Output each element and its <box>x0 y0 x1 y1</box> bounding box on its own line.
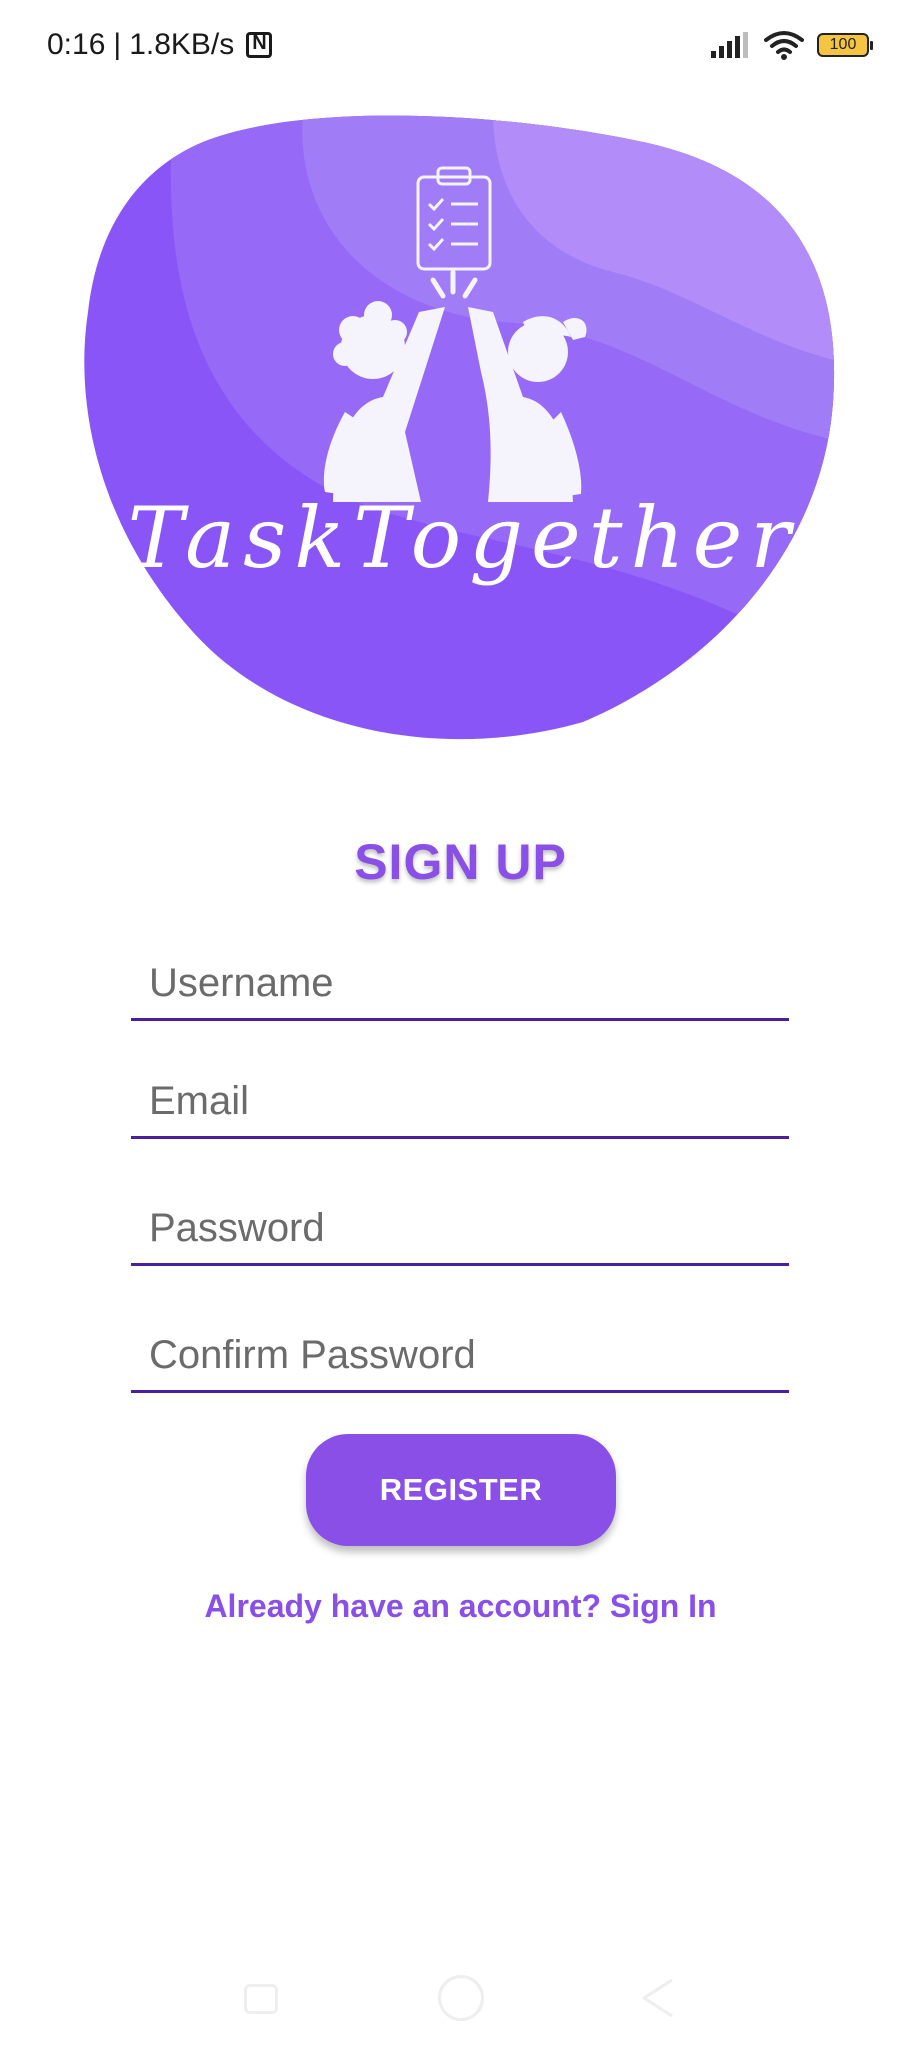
confirm-password-field[interactable] <box>131 1323 789 1393</box>
status-bar: 0:16 | 1.8KB/s 100 <box>0 0 921 95</box>
username-field[interactable] <box>131 951 789 1021</box>
password-field[interactable] <box>131 1196 789 1266</box>
sign-in-link[interactable]: Already have an account? Sign In <box>0 1588 921 1625</box>
clock: 0:16 <box>47 28 106 61</box>
system-nav-bar <box>0 1960 921 2048</box>
battery-icon: 100 <box>817 33 873 57</box>
app-logo: TaskTogether <box>84 115 835 740</box>
wifi-icon <box>764 31 804 60</box>
recents-icon[interactable] <box>244 1984 278 2014</box>
status-right: 100 <box>711 30 873 60</box>
home-icon[interactable] <box>438 1975 484 2021</box>
email-input[interactable] <box>149 1069 769 1133</box>
username-input[interactable] <box>149 951 769 1015</box>
password-input[interactable] <box>149 1196 769 1260</box>
signal-icon <box>711 32 748 58</box>
status-separator: | <box>113 28 122 61</box>
network-speed: 1.8KB/s <box>129 28 235 61</box>
register-button[interactable]: REGISTER <box>306 1434 616 1546</box>
page-title: SIGN UP <box>354 834 567 890</box>
back-icon[interactable] <box>638 1974 678 2022</box>
status-left: 0:16 | 1.8KB/s <box>47 28 273 62</box>
logo-wordmark: TaskTogether <box>128 489 799 587</box>
battery-level: 100 <box>829 36 857 53</box>
email-field[interactable] <box>131 1069 789 1139</box>
nfc-icon <box>246 32 273 58</box>
confirm-password-input[interactable] <box>149 1323 769 1387</box>
signup-screen: 0:16 | 1.8KB/s 100 <box>0 0 921 2048</box>
